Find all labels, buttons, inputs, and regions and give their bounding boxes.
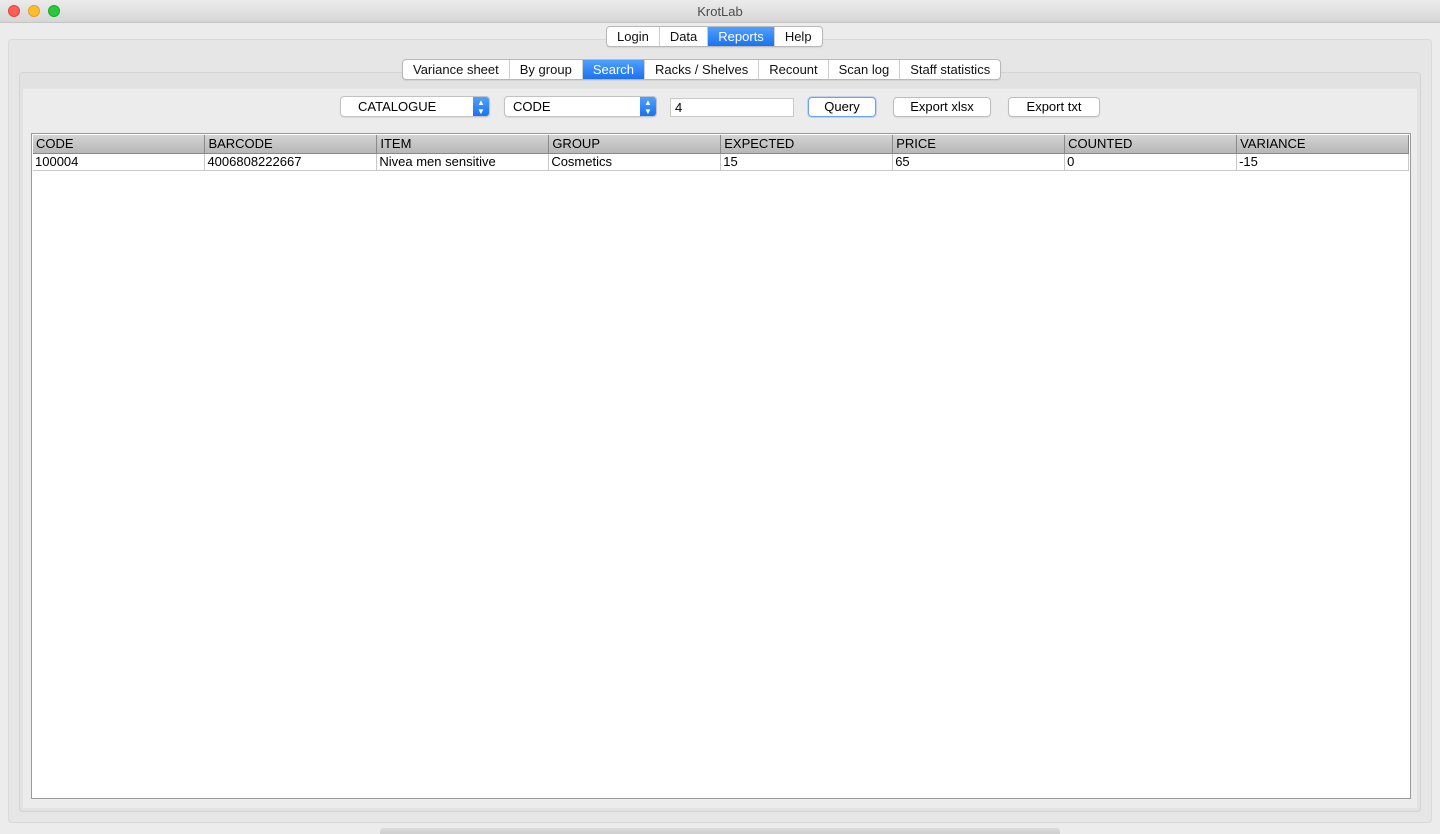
window-title: KrotLab <box>697 4 743 19</box>
reports-sub-tab-bar: Variance sheet By group Search Racks / S… <box>402 59 1002 80</box>
tab-recount[interactable]: Recount <box>759 60 829 79</box>
search-input[interactable] <box>670 98 794 117</box>
tab-reports[interactable]: Reports <box>708 27 775 46</box>
close-window-button[interactable] <box>8 5 20 17</box>
column-header-variance[interactable]: VARIANCE <box>1236 135 1409 154</box>
cell-code[interactable]: 100004 <box>33 153 206 171</box>
column-header-price[interactable]: PRICE <box>892 135 1066 154</box>
column-header-counted[interactable]: COUNTED <box>1064 135 1238 154</box>
field-select[interactable]: CODE ▲ ▼ <box>504 96 657 117</box>
query-button[interactable]: Query <box>808 97 876 117</box>
tab-variance-sheet[interactable]: Variance sheet <box>403 60 510 79</box>
source-select[interactable]: CATALOGUE ▲ ▼ <box>340 96 490 117</box>
tab-login[interactable]: Login <box>607 27 660 46</box>
column-header-expected[interactable]: EXPECTED <box>720 135 894 154</box>
source-select-value: CATALOGUE <box>358 99 437 114</box>
tab-search[interactable]: Search <box>582 60 646 79</box>
maximize-window-button[interactable] <box>48 5 60 17</box>
export-txt-button[interactable]: Export txt <box>1008 97 1100 117</box>
tab-staff-statistics[interactable]: Staff statistics <box>900 60 1000 79</box>
field-select-value: CODE <box>513 99 551 114</box>
cell-group[interactable]: Cosmetics <box>548 153 722 171</box>
table-row[interactable]: 100004 4006808222667 Nivea men sensitive… <box>33 153 1409 171</box>
window-bottom-edge <box>380 828 1060 834</box>
cell-expected[interactable]: 15 <box>720 153 894 171</box>
column-header-barcode[interactable]: BARCODE <box>204 135 378 154</box>
cell-counted[interactable]: 0 <box>1064 153 1238 171</box>
tab-data[interactable]: Data <box>660 27 709 46</box>
results-table: CODE BARCODE ITEM GROUP EXPECTED PRICE C… <box>31 133 1411 799</box>
column-header-item[interactable]: ITEM <box>376 135 550 154</box>
tab-scan-log[interactable]: Scan log <box>829 60 901 79</box>
cell-item[interactable]: Nivea men sensitive <box>376 153 550 171</box>
minimize-window-button[interactable] <box>28 5 40 17</box>
cell-barcode[interactable]: 4006808222667 <box>204 153 378 171</box>
chevron-up-down-icon: ▲ ▼ <box>640 97 656 116</box>
tab-racks-shelves[interactable]: Racks / Shelves <box>645 60 760 79</box>
column-header-group[interactable]: GROUP <box>548 135 722 154</box>
title-bar: KrotLab <box>0 0 1440 23</box>
chevron-up-down-icon: ▲ ▼ <box>473 97 489 116</box>
column-header-code[interactable]: CODE <box>33 135 206 154</box>
cell-price[interactable]: 65 <box>892 153 1066 171</box>
tab-help[interactable]: Help <box>775 27 822 46</box>
cell-variance[interactable]: -15 <box>1236 153 1409 171</box>
export-xlsx-button[interactable]: Export xlsx <box>893 97 991 117</box>
main-tab-bar: Login Data Reports Help <box>606 26 823 47</box>
table-header-row: CODE BARCODE ITEM GROUP EXPECTED PRICE C… <box>33 135 1409 154</box>
tab-by-group[interactable]: By group <box>510 60 583 79</box>
